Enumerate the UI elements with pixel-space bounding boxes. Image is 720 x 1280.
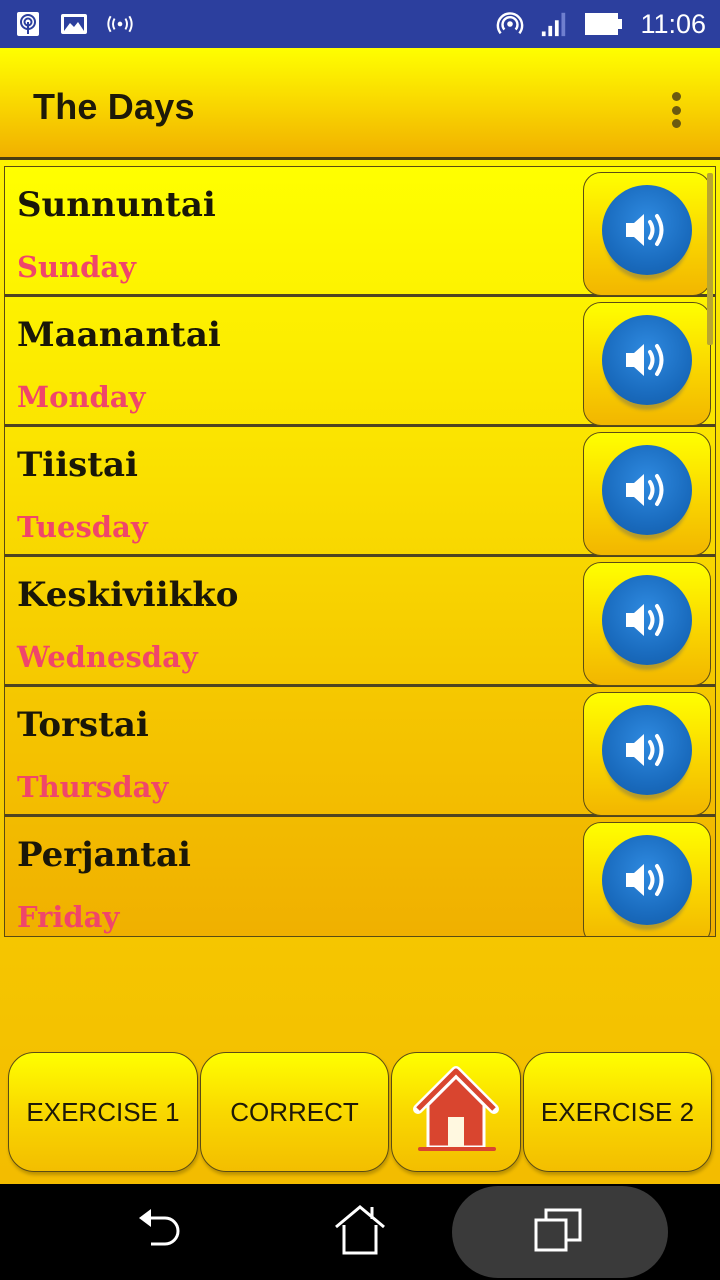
home-icon — [410, 1065, 502, 1160]
speaker-icon — [602, 705, 692, 795]
exercise-2-button[interactable]: EXERCISE 2 — [523, 1052, 712, 1172]
speaker-icon — [602, 835, 692, 925]
hotspot-icon — [14, 11, 42, 37]
play-audio-button[interactable] — [583, 172, 711, 296]
english-meaning: Tuesday — [17, 510, 148, 544]
finnish-word: Keskiviikko — [17, 575, 239, 615]
recents-icon — [534, 1208, 586, 1257]
play-audio-button[interactable] — [583, 822, 711, 936]
english-meaning: Friday — [17, 900, 120, 934]
bottom-toolbar: EXERCISE 1 CORRECT EXERCISE 2 — [8, 1052, 712, 1172]
list-scrollbar[interactable] — [707, 173, 713, 345]
speaker-icon — [602, 315, 692, 405]
finnish-word: Perjantai — [17, 835, 191, 875]
days-list[interactable]: Sunnuntai Sunday Maanantai Monday Tiista… — [4, 166, 716, 937]
radio-broadcast-icon — [106, 11, 134, 37]
list-item: Sunnuntai Sunday — [5, 167, 715, 297]
speaker-icon — [602, 185, 692, 275]
list-item: Maanantai Monday — [5, 297, 715, 427]
play-audio-button[interactable] — [583, 432, 711, 556]
play-audio-button[interactable] — [583, 302, 711, 426]
speaker-icon — [602, 445, 692, 535]
correct-button[interactable]: CORRECT — [200, 1052, 389, 1172]
list-item: Tiistai Tuesday — [5, 427, 715, 557]
back-button[interactable] — [120, 1184, 200, 1280]
speaker-icon — [602, 575, 692, 665]
exercise-1-button[interactable]: EXERCISE 1 — [8, 1052, 198, 1172]
gallery-icon — [60, 11, 88, 37]
home-outline-icon — [334, 1204, 386, 1260]
english-meaning: Wednesday — [17, 640, 198, 674]
list-item: Perjantai Friday — [5, 817, 715, 936]
home-button[interactable] — [391, 1052, 521, 1172]
system-navigation-bar — [0, 1184, 720, 1280]
status-left-icons — [14, 11, 134, 37]
clock: 11:06 — [640, 8, 706, 39]
play-audio-button[interactable] — [583, 692, 711, 816]
status-bar: 11:06 — [0, 0, 720, 48]
back-icon — [135, 1208, 185, 1257]
english-meaning: Sunday — [17, 250, 137, 284]
page-title: The Days — [33, 86, 195, 127]
wifi-tethering-icon — [496, 11, 524, 37]
play-audio-button[interactable] — [583, 562, 711, 686]
english-meaning: Monday — [17, 380, 146, 414]
more-vertical-icon[interactable] — [666, 92, 686, 128]
english-meaning: Thursday — [17, 770, 169, 804]
signal-icon — [540, 11, 568, 37]
status-right-icons: 11:06 — [496, 9, 706, 40]
app-bar: The Days — [0, 48, 720, 160]
home-nav-button[interactable] — [320, 1184, 400, 1280]
recents-button[interactable] — [452, 1186, 668, 1278]
finnish-word: Tiistai — [17, 445, 138, 485]
finnish-word: Torstai — [17, 705, 149, 745]
list-item: Keskiviikko Wednesday — [5, 557, 715, 687]
finnish-word: Maanantai — [17, 315, 221, 355]
finnish-word: Sunnuntai — [17, 185, 216, 225]
list-item: Torstai Thursday — [5, 687, 715, 817]
battery-icon — [584, 11, 624, 37]
